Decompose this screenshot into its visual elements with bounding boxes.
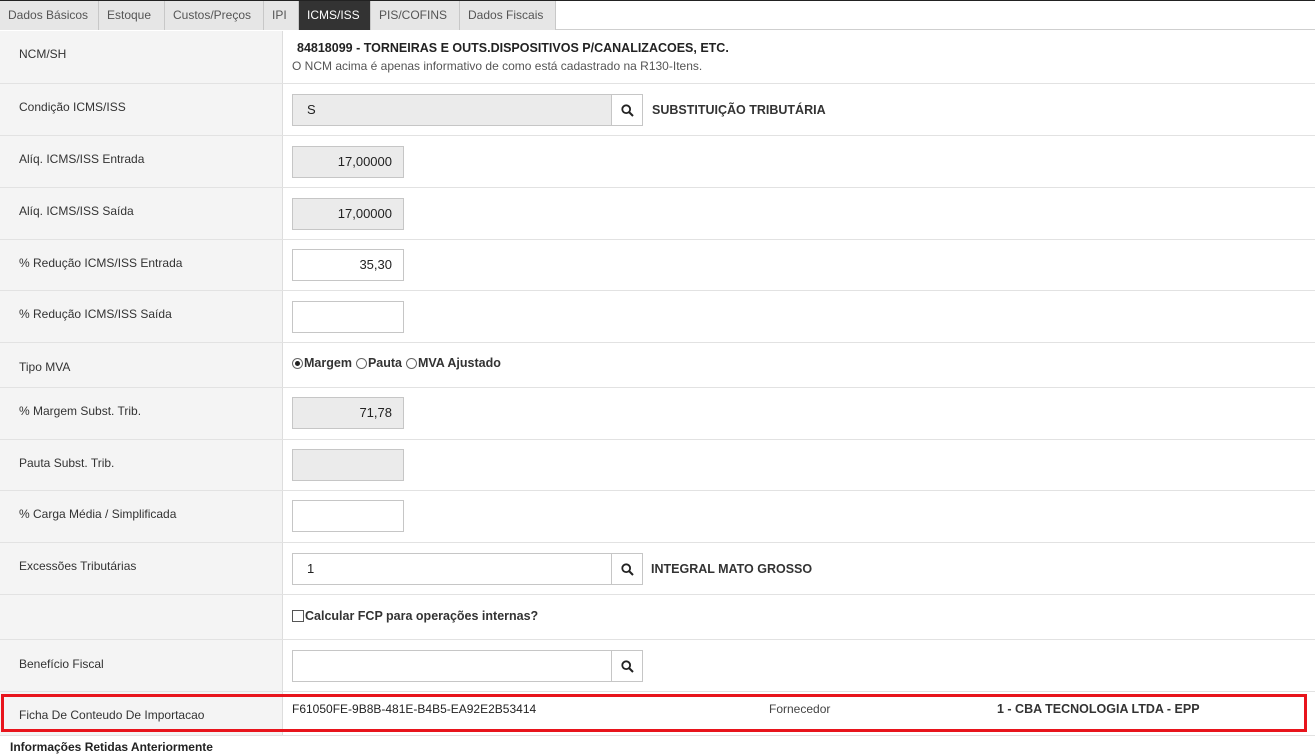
condicao-label: Condição ICMS/ISS — [0, 84, 283, 135]
tab-bar: Dados Básicos Estoque Custos/Preços IPI … — [0, 0, 1315, 30]
search-icon — [620, 562, 634, 576]
pauta-radio[interactable] — [355, 357, 367, 369]
ficha-label: Ficha De Conteudo De Importacao — [0, 692, 283, 735]
reducao-entrada-label: % Redução ICMS/ISS Entrada — [0, 240, 283, 290]
margem-label: % Margem Subst. Trib. — [0, 388, 283, 439]
fcp-checkbox-label[interactable]: Calcular FCP para operações internas? — [305, 609, 538, 623]
fornecedor-label: Fornecedor — [769, 702, 831, 716]
beneficio-input[interactable] — [292, 650, 612, 682]
margem-radio[interactable] — [292, 357, 303, 369]
reducao-saida-input[interactable] — [292, 301, 404, 333]
row-ncm: NCM/SH 84818099 - TORNEIRAS E OUTS.DISPO… — [0, 31, 1315, 84]
aliq-entrada-label: Alíq. ICMS/ISS Entrada — [0, 136, 283, 187]
row-aliq-entrada: Alíq. ICMS/ISS Entrada 17,00000 — [0, 136, 1315, 188]
reducao-saida-label: % Redução ICMS/ISS Saída — [0, 291, 283, 342]
mva-ajustado-radio-label[interactable]: MVA Ajustado — [418, 356, 501, 370]
tab-custos-precos[interactable]: Custos/Preços — [165, 1, 264, 30]
search-icon — [620, 659, 634, 673]
row-tipo-mva: Tipo MVA Margem Pauta MVA Ajustado — [0, 343, 1315, 388]
ncm-note: O NCM acima é apenas informativo de como… — [292, 59, 703, 73]
row-reducao-saida: % Redução ICMS/ISS Saída — [0, 291, 1315, 343]
excecoes-input[interactable]: 1 — [292, 553, 612, 585]
tab-dados-basicos[interactable]: Dados Básicos — [0, 1, 99, 30]
row-ficha: Ficha De Conteudo De Importacao F61050FE… — [0, 692, 1315, 736]
row-fcp: Calcular FCP para operações internas? — [0, 595, 1315, 640]
section-title-informacoes-retidas: Informações Retidas Anteriormente — [10, 740, 213, 754]
tipo-mva-radio-group: Margem Pauta MVA Ajustado — [292, 356, 501, 370]
excecoes-label: Excessões Tributárias — [0, 543, 283, 594]
fcp-checkbox-wrap: Calcular FCP para operações internas? — [292, 609, 538, 623]
row-pauta: Pauta Subst. Trib. — [0, 440, 1315, 491]
row-carga-media: % Carga Média / Simplificada — [0, 491, 1315, 543]
aliq-saida-input[interactable]: 17,00000 — [292, 198, 404, 230]
tab-icms-iss[interactable]: ICMS/ISS — [299, 1, 371, 30]
row-condicao: Condição ICMS/ISS S SUBSTITUIÇÃO TRIBUTÁ… — [0, 84, 1315, 136]
reducao-entrada-input[interactable]: 35,30 — [292, 249, 404, 281]
aliq-entrada-input[interactable]: 17,00000 — [292, 146, 404, 178]
condicao-input[interactable]: S — [292, 94, 612, 126]
carga-media-input[interactable] — [292, 500, 404, 532]
icms-iss-form: NCM/SH 84818099 - TORNEIRAS E OUTS.DISPO… — [0, 31, 1315, 736]
condicao-description: SUBSTITUIÇÃO TRIBUTÁRIA — [652, 103, 826, 117]
search-icon — [620, 103, 634, 117]
row-aliq-saida: Alíq. ICMS/ISS Saída 17,00000 — [0, 188, 1315, 240]
mva-ajustado-radio[interactable] — [405, 357, 417, 369]
fcp-checkbox[interactable] — [292, 610, 304, 622]
margem-radio-label[interactable]: Margem — [304, 356, 352, 370]
pauta-input[interactable] — [292, 449, 404, 481]
fcp-empty-label — [0, 595, 283, 639]
ncm-code: 84818099 - TORNEIRAS E OUTS.DISPOSITIVOS… — [297, 41, 729, 55]
tab-estoque[interactable]: Estoque — [99, 1, 165, 30]
tab-pis-cofins[interactable]: PIS/COFINS — [371, 1, 460, 30]
fornecedor-value: 1 - CBA TECNOLOGIA LTDA - EPP — [997, 702, 1200, 716]
excecoes-description: INTEGRAL MATO GROSSO — [651, 562, 813, 576]
condicao-lookup-button[interactable] — [611, 94, 643, 126]
margem-input[interactable]: 71,78 — [292, 397, 404, 429]
ficha-value: F61050FE-9B8B-481E-B4B5-EA92E2B53414 — [292, 702, 537, 716]
tipo-mva-label: Tipo MVA — [0, 343, 283, 387]
tab-dados-fiscais[interactable]: Dados Fiscais — [460, 1, 556, 30]
beneficio-label: Benefício Fiscal — [0, 640, 283, 691]
row-beneficio: Benefício Fiscal — [0, 640, 1315, 692]
excecoes-lookup-button[interactable] — [611, 553, 643, 585]
aliq-saida-label: Alíq. ICMS/ISS Saída — [0, 188, 283, 239]
carga-media-label: % Carga Média / Simplificada — [0, 491, 283, 542]
beneficio-lookup-button[interactable] — [611, 650, 643, 682]
ncm-label: NCM/SH — [0, 31, 283, 83]
pauta-label: Pauta Subst. Trib. — [0, 440, 283, 490]
row-excecoes: Excessões Tributárias 1 INTEGRAL MATO GR… — [0, 543, 1315, 595]
pauta-radio-label[interactable]: Pauta — [368, 356, 402, 370]
tab-ipi[interactable]: IPI — [264, 1, 299, 30]
row-reducao-entrada: % Redução ICMS/ISS Entrada 35,30 — [0, 240, 1315, 291]
row-margem: % Margem Subst. Trib. 71,78 — [0, 388, 1315, 440]
